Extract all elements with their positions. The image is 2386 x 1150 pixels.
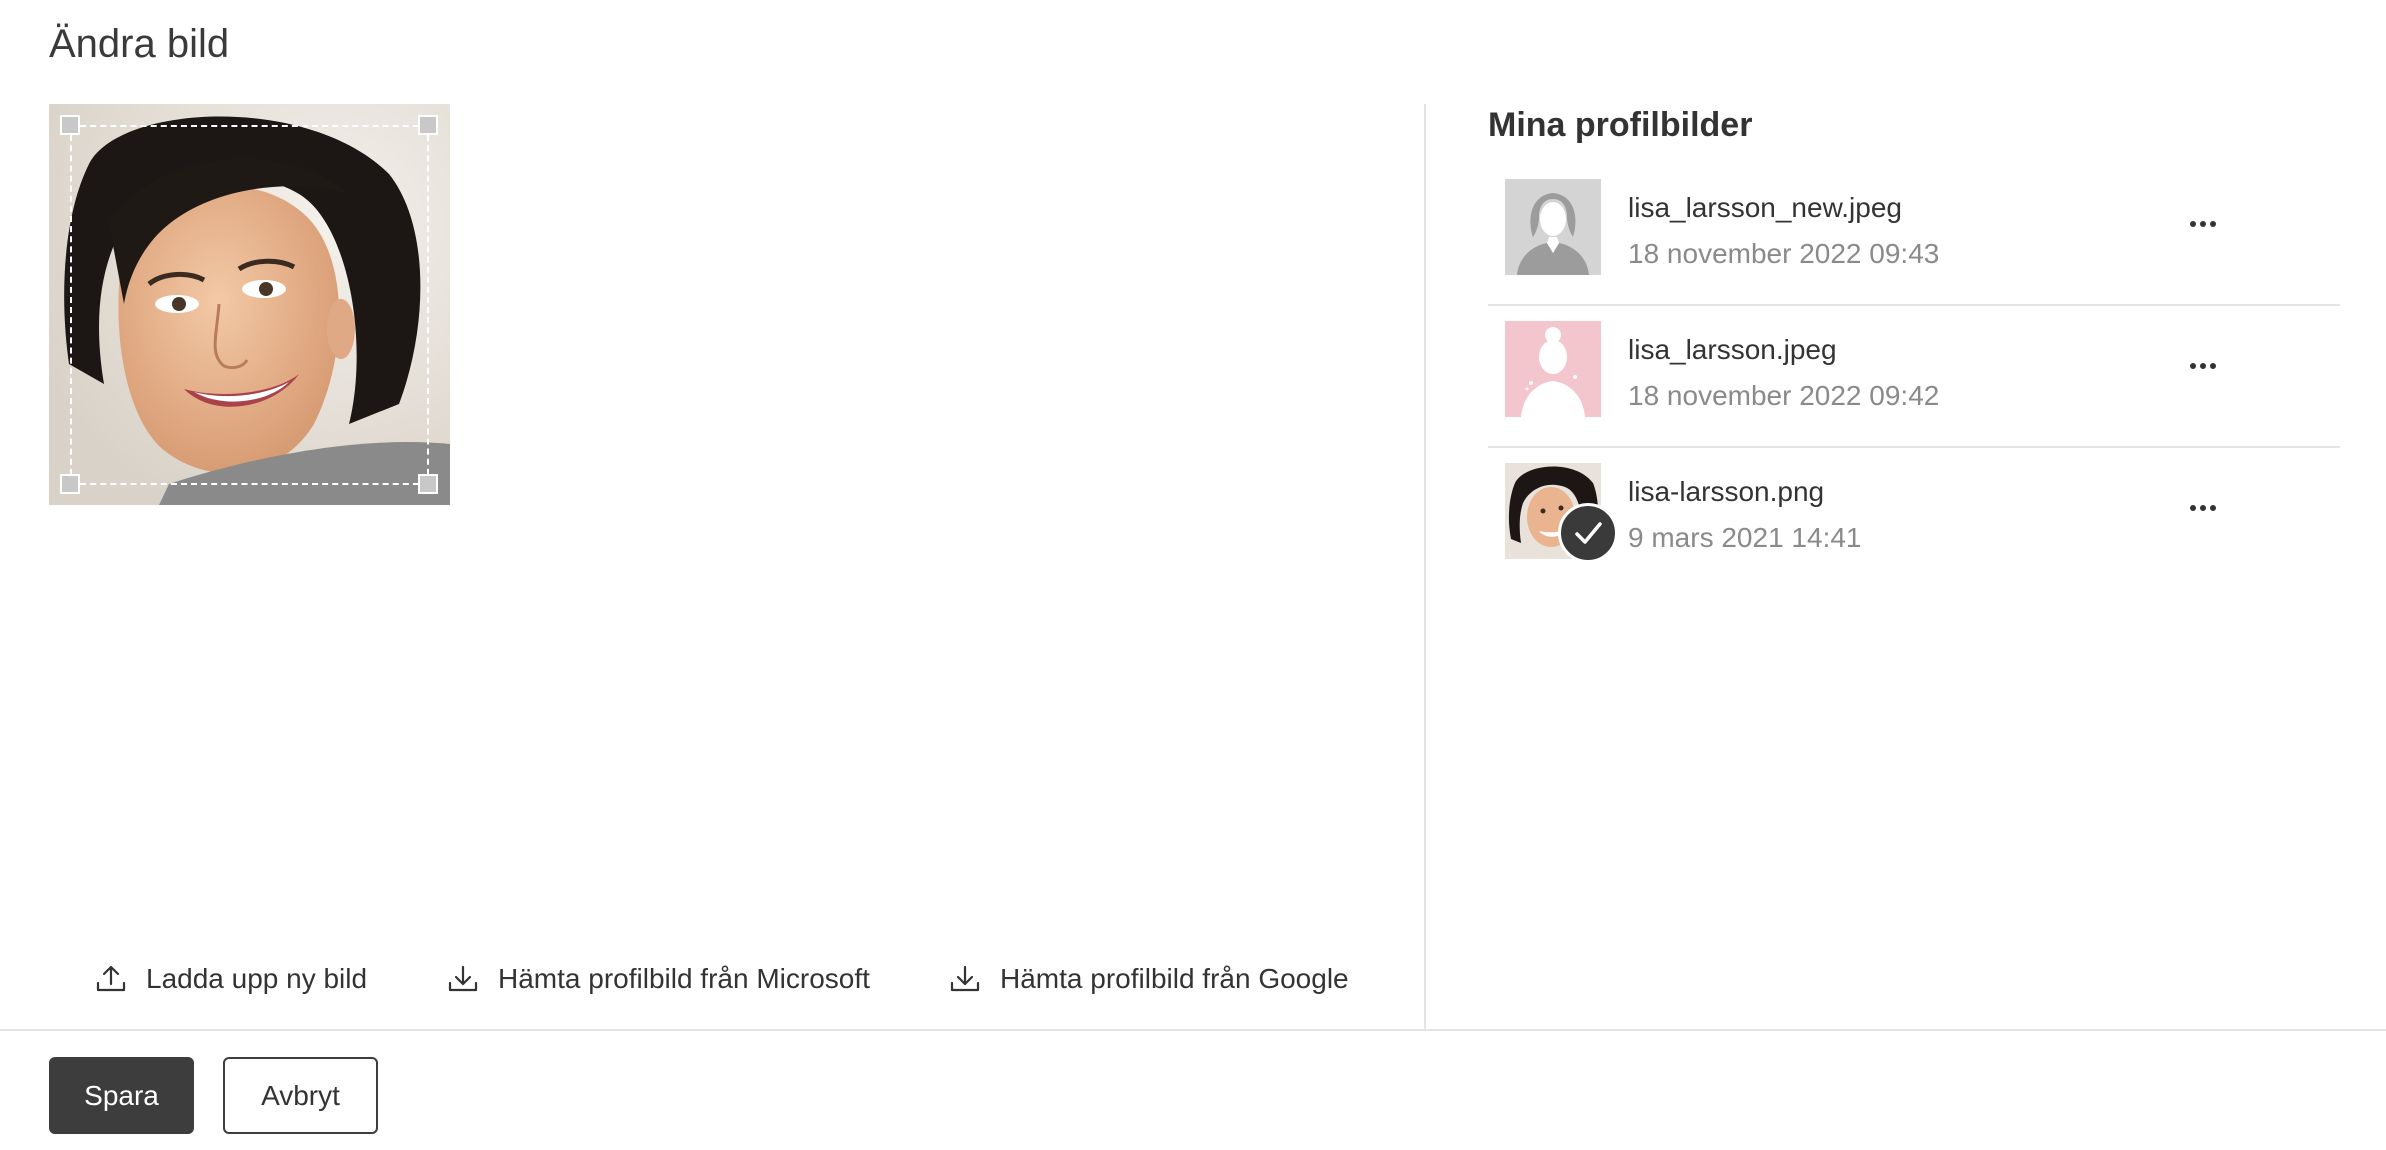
save-button[interactable]: Spara bbox=[49, 1057, 194, 1134]
image-filename: lisa-larsson.png bbox=[1628, 476, 1825, 507]
thumbnail-gray-silhouette bbox=[1505, 179, 1601, 275]
change-image-dialog: Ändra bild Ladda upp ny bild Hämta profi… bbox=[0, 0, 2386, 1150]
list-item[interactable]: lisa-larsson.png 9 mars 2021 14:41 bbox=[1488, 448, 2340, 590]
upload-new-image-label: Ladda upp ny bild bbox=[146, 963, 368, 994]
image-crop-editor[interactable] bbox=[49, 104, 450, 505]
upload-icon bbox=[96, 965, 126, 992]
download-icon bbox=[448, 965, 478, 992]
fetch-from-google-button[interactable]: Hämta profilbild från Google bbox=[948, 962, 1349, 996]
crop-handle-bottom-left[interactable] bbox=[60, 474, 80, 494]
image-date: 9 mars 2021 14:41 bbox=[1628, 522, 1862, 553]
dialog-title: Ändra bild bbox=[49, 22, 230, 66]
more-options-button[interactable] bbox=[2178, 488, 2228, 528]
fetch-from-microsoft-button[interactable]: Hämta profilbild från Microsoft bbox=[446, 962, 870, 996]
selected-check-badge bbox=[1558, 503, 1618, 563]
crop-handle-bottom-right[interactable] bbox=[418, 474, 438, 494]
footer-divider bbox=[0, 1029, 2386, 1031]
crop-handle-top-right[interactable] bbox=[418, 115, 438, 135]
profile-images-title: Mina profilbilder bbox=[1488, 106, 1753, 144]
more-dots-icon bbox=[2190, 221, 2196, 227]
list-item[interactable]: lisa_larsson_new.jpeg 18 november 2022 0… bbox=[1488, 164, 2340, 306]
thumbnail-pink-silhouette bbox=[1505, 321, 1601, 417]
image-date: 18 november 2022 09:43 bbox=[1628, 238, 1940, 269]
crop-handle-top-left[interactable] bbox=[60, 115, 80, 135]
fetch-from-google-label: Hämta profilbild från Google bbox=[1000, 963, 1349, 994]
profile-images-list: lisa_larsson_new.jpeg 18 november 2022 0… bbox=[1488, 164, 2340, 590]
crop-selection-frame[interactable] bbox=[70, 125, 429, 485]
image-filename: lisa_larsson.jpeg bbox=[1628, 334, 1837, 365]
download-icon bbox=[950, 965, 980, 992]
more-options-button[interactable] bbox=[2178, 346, 2228, 386]
more-dots-icon bbox=[2190, 363, 2196, 369]
checkmark-icon bbox=[1575, 522, 1602, 544]
upload-new-image-button[interactable]: Ladda upp ny bild bbox=[94, 962, 367, 996]
fetch-from-microsoft-label: Hämta profilbild från Microsoft bbox=[498, 963, 870, 994]
more-dots-icon bbox=[2190, 505, 2196, 511]
image-filename: lisa_larsson_new.jpeg bbox=[1628, 192, 1902, 223]
image-date: 18 november 2022 09:42 bbox=[1628, 380, 1940, 411]
list-item[interactable]: lisa_larsson.jpeg 18 november 2022 09:42 bbox=[1488, 306, 2340, 448]
panel-divider bbox=[1424, 104, 1426, 1029]
cancel-button[interactable]: Avbryt bbox=[223, 1057, 378, 1134]
more-options-button[interactable] bbox=[2178, 204, 2228, 244]
